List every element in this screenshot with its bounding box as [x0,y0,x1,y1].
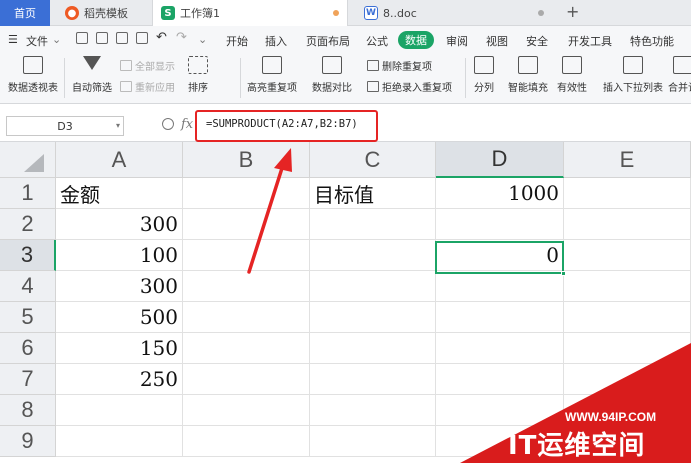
arrow-head [274,148,292,172]
watermark-brand: IT运维空间 [508,431,646,461]
watermark-url: WWW.94IP.COM [565,410,657,424]
arrow-shaft [247,163,285,274]
